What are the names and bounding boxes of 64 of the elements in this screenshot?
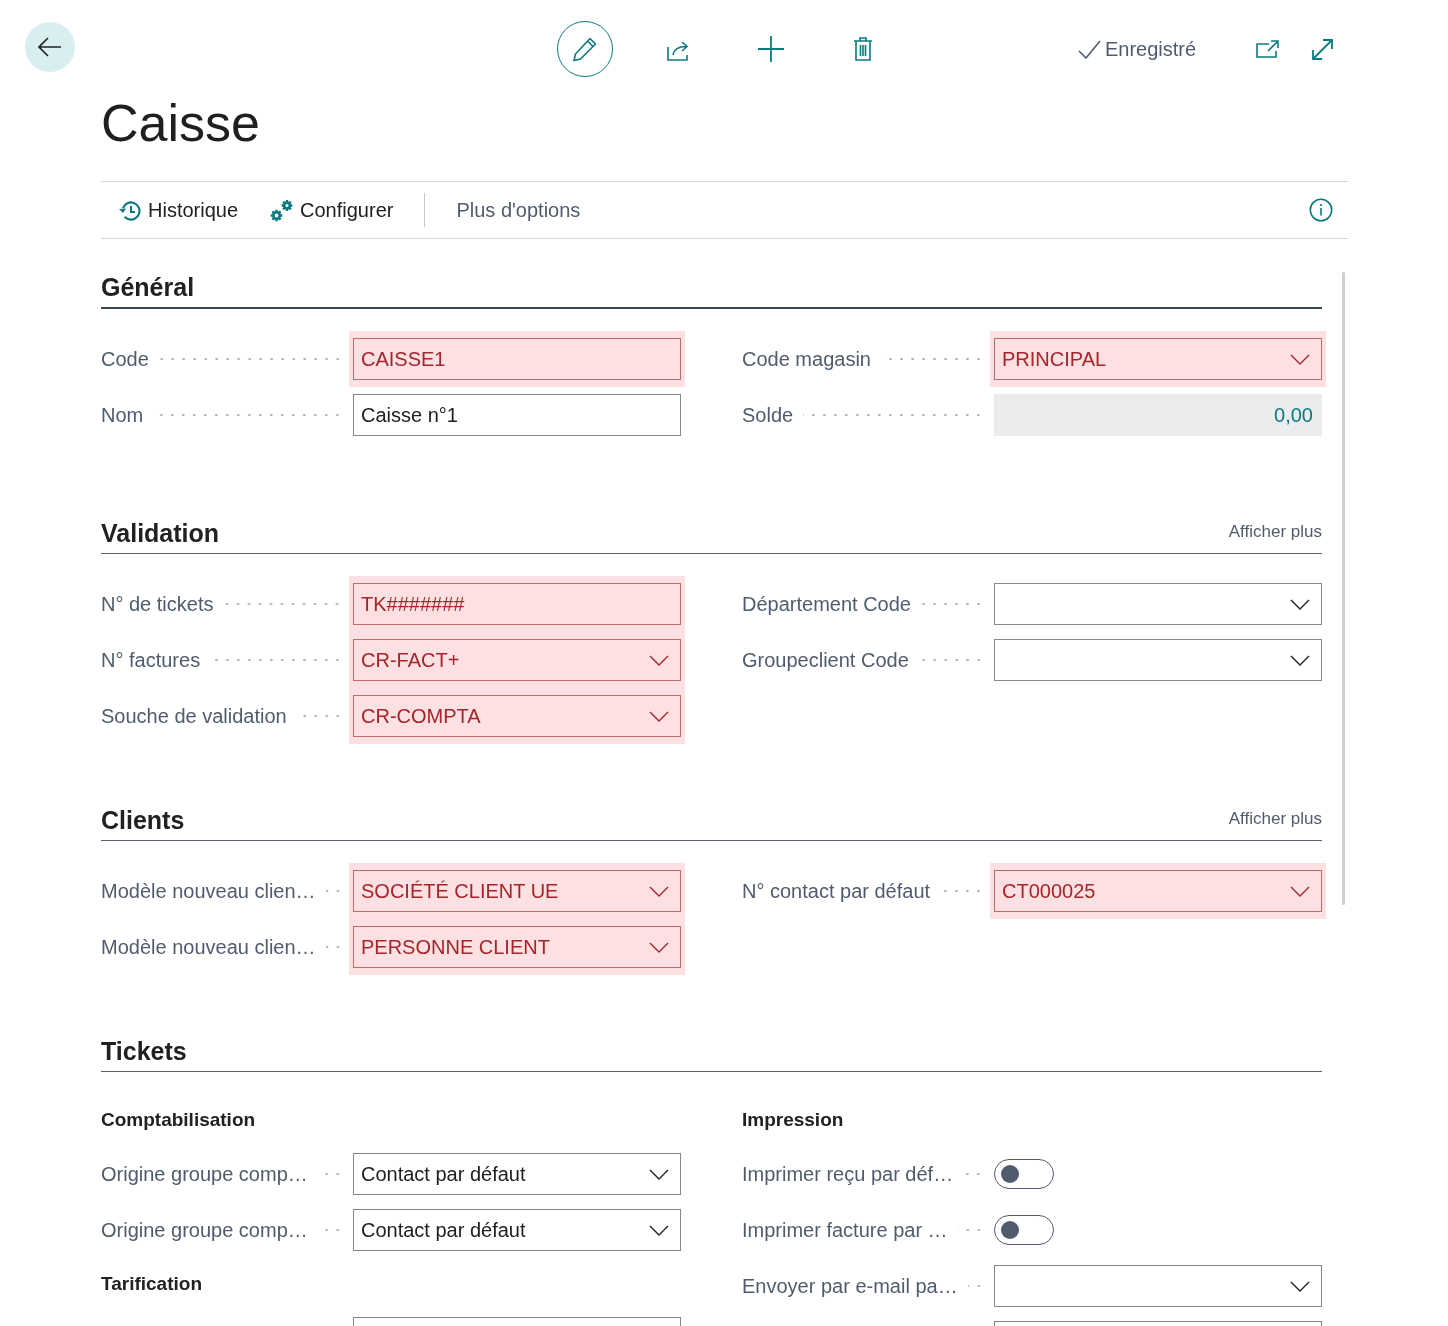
toggle-switch[interactable] — [994, 1159, 1054, 1189]
dropdown[interactable] — [994, 583, 1322, 625]
show-more-link[interactable]: Afficher plus — [1228, 809, 1322, 829]
gears-icon — [270, 198, 294, 222]
field-label: Imprimer reçu par déf… — [742, 1162, 954, 1186]
read-only-field: 0,00 — [994, 394, 1322, 436]
field-label: Origine groupe comp… — [101, 1218, 308, 1242]
section-title[interactable]: Tickets — [101, 1035, 187, 1067]
pop-out-icon — [1255, 40, 1279, 58]
more-options-button[interactable]: Plus d'options — [456, 190, 581, 230]
chevron-down-icon — [649, 1224, 669, 1236]
pencil-icon — [573, 36, 597, 62]
clock-icon — [118, 199, 141, 221]
save-status: Enregistré — [1105, 37, 1197, 61]
chevron-down-icon — [649, 885, 669, 897]
page-title: Caisse — [101, 93, 260, 153]
checkmark-icon — [1078, 39, 1101, 59]
trash-icon — [853, 37, 873, 61]
group-heading: Impression — [742, 1108, 844, 1132]
field-label: N° de tickets — [101, 592, 214, 616]
input-field[interactable]: Caisse n°1 — [353, 394, 681, 436]
back-arrow-icon — [38, 37, 62, 57]
field-label: Souche de validation — [101, 704, 287, 728]
field-label: Modèle nouveau clien… — [101, 879, 316, 903]
field-label: N° factures — [101, 648, 201, 672]
show-more-link[interactable]: Afficher plus — [1228, 522, 1322, 542]
plus-icon — [758, 36, 784, 62]
field-label: Département Code — [742, 592, 911, 616]
field-label: Nom — [101, 403, 144, 427]
chevron-down-icon — [649, 1168, 669, 1180]
field-label: Code magasin — [742, 347, 871, 371]
section-title[interactable]: Clients — [101, 804, 185, 836]
action-button[interactable]: Configurer — [270, 190, 394, 230]
field-label: Origine groupe comp… — [101, 1162, 308, 1186]
chevron-down-icon — [649, 654, 669, 666]
field-label: Code — [101, 347, 149, 371]
chevron-down-icon — [649, 710, 669, 722]
dropdown[interactable] — [994, 1265, 1322, 1307]
chevron-down-icon — [1290, 885, 1310, 897]
chevron-down-icon — [649, 941, 669, 953]
chevron-down-icon — [1290, 1280, 1310, 1292]
chevron-down-icon — [1290, 654, 1310, 666]
field-label: N° contact par défaut — [742, 879, 931, 903]
field-label: Solde — [742, 403, 794, 427]
chevron-down-icon — [1290, 598, 1310, 610]
field-label: Modèle nouveau clien… — [101, 935, 316, 959]
group-heading: Tarification — [101, 1272, 202, 1296]
chevron-down-icon — [1290, 353, 1310, 365]
action-button[interactable]: Historique — [118, 190, 239, 230]
toggle-switch[interactable] — [994, 1215, 1054, 1245]
section-title[interactable]: Validation — [101, 517, 220, 549]
dropdown[interactable]: Contact par défaut — [353, 1209, 681, 1251]
info-button[interactable] — [1309, 198, 1333, 222]
dropdown[interactable]: Contact par défaut — [353, 1153, 681, 1195]
expand-icon — [1310, 37, 1334, 61]
scrollbar[interactable] — [1342, 272, 1345, 905]
field-label: Imprimer facture par … — [742, 1218, 948, 1242]
back-button[interactable] — [25, 22, 75, 72]
field-label: Groupeclient Code — [742, 648, 909, 672]
field-label: Envoyer par e-mail pa… — [742, 1274, 958, 1298]
section-title[interactable]: Général — [101, 271, 195, 303]
group-heading: Comptabilisation — [101, 1108, 256, 1132]
info-icon — [1309, 198, 1333, 222]
dropdown[interactable] — [994, 639, 1322, 681]
